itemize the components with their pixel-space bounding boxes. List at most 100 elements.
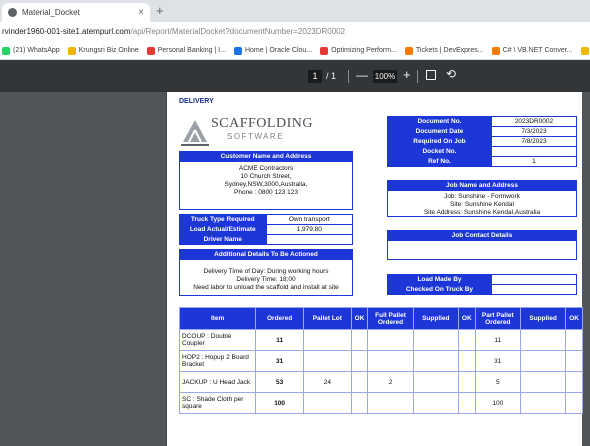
bookmark-label: Optimizing Perform... <box>331 47 397 54</box>
table-cell <box>565 329 583 351</box>
table-cell: 31 <box>255 350 304 372</box>
document-info-table: Document No. 2023DR0002 Document Date 7/3/2… <box>387 116 578 167</box>
table-cell <box>519 392 567 414</box>
table-cell <box>302 392 352 414</box>
items-table: Item Ordered Pallet Lot OK Full Pallet Order… <box>178 307 583 414</box>
bookmark-item[interactable]: C# \ VB.NET Conver... <box>491 46 573 55</box>
doc-info-value: 7/8/2023 <box>490 136 578 147</box>
table-cell: 53 <box>255 371 304 393</box>
table-cell <box>302 350 352 372</box>
truck-label: Load Actual/Estimate <box>179 224 267 235</box>
job-line: Site Address: Sunshine Kendal,Australia <box>423 209 541 216</box>
address-bar[interactable]: rvinder1960-001-site1.atempurl.com/api/R… <box>0 22 590 42</box>
doc-info-value <box>490 146 578 157</box>
truck-value: 1,979.80 <box>265 224 353 235</box>
bookmark-item[interactable]: Personal Banking | I... <box>146 46 226 55</box>
load-value <box>490 284 578 295</box>
url-host: rvinder1960-001-site1.atempurl.com <box>2 27 131 36</box>
bookmark-item[interactable]: Home | Oracle Clou... <box>233 46 312 55</box>
truck-row: Truck Type Required Own transport <box>179 214 353 225</box>
truck-label: Truck Type Required <box>179 214 267 225</box>
bookmark-label: Personal Banking | I... <box>157 47 226 54</box>
column-header: OK <box>457 307 476 330</box>
table-cell: 31 <box>474 350 521 372</box>
additional-line: Delivery Time of Day: During working hou… <box>203 268 329 275</box>
table-cell: 100 <box>255 392 304 414</box>
load-value <box>490 274 578 285</box>
bookmark-item[interactable]: Krungsri Biz Online <box>67 46 139 55</box>
bookmark-icon <box>491 46 500 55</box>
column-header: Pallet Lot <box>302 307 352 330</box>
table-cell <box>565 350 583 372</box>
doc-info-value: 1 <box>490 156 578 167</box>
bookmark-item[interactable]: How to hide <box>580 46 590 55</box>
doc-info-row: Document Date 7/3/2023 <box>387 126 578 137</box>
bookmark-item[interactable]: Optimizing Perform... <box>320 46 397 55</box>
job-address: Job: Sunshine - Formwork Site: Sunshine K… <box>388 191 576 217</box>
bookmark-icon <box>146 46 155 55</box>
zoom-out-button[interactable]: — <box>356 68 368 82</box>
customer-header: Customer Name and Address <box>180 152 352 162</box>
truck-table: Truck Type Required Own transport Load Act… <box>179 214 353 245</box>
column-header: OK <box>565 307 583 330</box>
table-cell <box>350 371 369 393</box>
column-header: Part Pallet Ordered <box>474 307 521 330</box>
truck-row: Load Actual/Estimate 1,979.80 <box>179 224 353 235</box>
bookmarks-bar: (21) WhatsApp Krungsri Biz Online Personal… <box>0 42 590 60</box>
table-cell <box>350 329 369 351</box>
bookmark-label: (21) WhatsApp <box>13 47 60 54</box>
pdf-page: DELIVERY SCAFFOLDING SOFTWARE Customer N… <box>166 92 583 446</box>
pdf-toolbar: 1 / 1 — 100% + ⟲ <box>0 60 590 92</box>
bookmark-icon <box>320 46 329 55</box>
page-total: / 1 <box>326 71 337 81</box>
table-cell <box>519 329 567 351</box>
table-cell <box>457 350 476 372</box>
additional-header: Additional Details To Be Actioned <box>180 250 352 260</box>
zoom-input[interactable]: 100% <box>373 70 397 83</box>
table-cell <box>565 392 583 414</box>
bookmark-icon <box>67 46 76 55</box>
doc-info-row: Required On Job 7/8/2023 <box>387 136 578 147</box>
bookmark-label: Krungsri Biz Online <box>78 47 139 54</box>
tab-title: Material_Docket <box>22 8 80 17</box>
item-cell: DCOUP : Double Coupler <box>178 329 257 351</box>
document-heading: DELIVERY <box>179 98 214 105</box>
bookmark-item[interactable]: Tickets | DevExpres... <box>404 46 484 55</box>
toolbar-divider <box>417 70 418 83</box>
new-tab-button[interactable]: + <box>156 3 164 19</box>
load-row: Checked On Truck By <box>387 284 578 295</box>
job-line: Site: Sunshine Kendal <box>450 201 514 208</box>
doc-info-label: Required On Job <box>387 136 492 147</box>
table-cell <box>412 329 459 351</box>
globe-icon <box>8 8 17 17</box>
tab-strip: Material_Docket × + <box>0 0 590 22</box>
table-cell <box>519 350 567 372</box>
additional-box: Additional Details To Be Actioned Delive… <box>179 249 353 296</box>
table-cell: 24 <box>302 371 352 393</box>
doc-info-label: Document No. <box>387 116 492 127</box>
bookmark-icon <box>404 46 413 55</box>
page-number-input[interactable]: 1 <box>308 70 322 83</box>
fit-page-icon[interactable] <box>426 70 436 80</box>
job-header: Job Name and Address <box>388 181 576 191</box>
pdf-viewer[interactable]: DELIVERY SCAFFOLDING SOFTWARE Customer N… <box>0 92 590 446</box>
customer-line: 10 Church Street, <box>240 173 292 180</box>
table-row: JACKUP : U Head Jack 53 24 2 5 <box>178 371 583 393</box>
table-row: SC : Shade Cloth per square 100 100 <box>178 392 583 414</box>
doc-info-row: Ref No. 1 <box>387 156 578 167</box>
zoom-in-button[interactable]: + <box>403 67 411 82</box>
truck-row: Driver Name <box>179 234 353 245</box>
customer-line: Sydney,NSW,3000,Australia, <box>224 181 308 188</box>
tab-material-docket[interactable]: Material_Docket × <box>2 3 150 22</box>
table-row: DCOUP : Double Coupler 11 11 <box>178 329 583 351</box>
table-header-row: Item Ordered Pallet Lot OK Full Pallet Order… <box>178 307 583 330</box>
bookmark-item[interactable]: (21) WhatsApp <box>2 46 60 55</box>
doc-info-row: Docket No. <box>387 146 578 157</box>
tab-close-icon[interactable]: × <box>138 7 144 18</box>
column-header: Supplied <box>519 307 567 330</box>
rotate-button[interactable]: ⟲ <box>446 67 456 81</box>
table-cell <box>519 371 567 393</box>
table-cell: 11 <box>255 329 304 351</box>
table-cell <box>412 392 459 414</box>
table-cell <box>302 329 352 351</box>
